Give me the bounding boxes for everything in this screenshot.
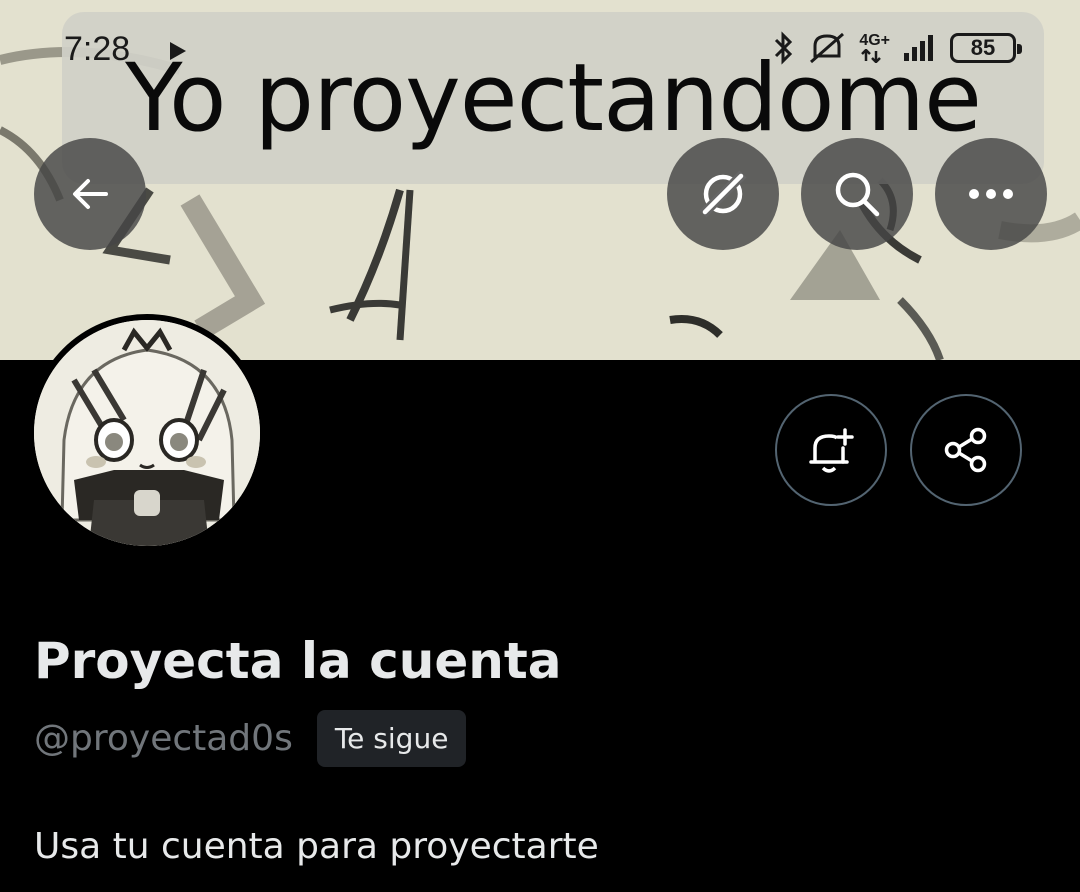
handle-row: @proyectad0s Te sigue [34,710,467,767]
profile-bio: Usa tu cuenta para proyectarte [34,826,599,867]
battery-indicator: 85 [950,33,1022,63]
more-horizontal-icon [969,189,1013,199]
display-name: Proyecta la cuenta [34,632,562,690]
username-handle: @proyectad0s [34,718,293,759]
back-button[interactable] [34,138,146,250]
arrow-left-icon [73,179,108,209]
bell-plus-icon [809,428,854,473]
status-icons: 4G+ 85 [771,30,1022,66]
search-icon [835,172,880,217]
signal-icon [904,35,933,61]
network-label: 4G+ [859,32,890,49]
mute-icon [810,32,845,64]
status-time: 7:28 [64,30,131,68]
grok-icon [699,170,747,218]
bluetooth-icon [775,31,793,65]
network-indicator: 4G+ [859,33,890,63]
play-store-icon [170,42,186,60]
grok-button[interactable] [667,138,779,250]
avatar[interactable] [28,314,266,552]
notifications-button[interactable] [775,394,887,506]
search-button[interactable] [801,138,913,250]
share-button[interactable] [910,394,1022,506]
more-button[interactable] [935,138,1047,250]
battery-level: 85 [970,35,996,60]
follows-you-badge: Te sigue [316,710,467,767]
data-arrows-icon [860,49,881,63]
share-icon [944,427,987,473]
avatar-image [34,320,260,546]
